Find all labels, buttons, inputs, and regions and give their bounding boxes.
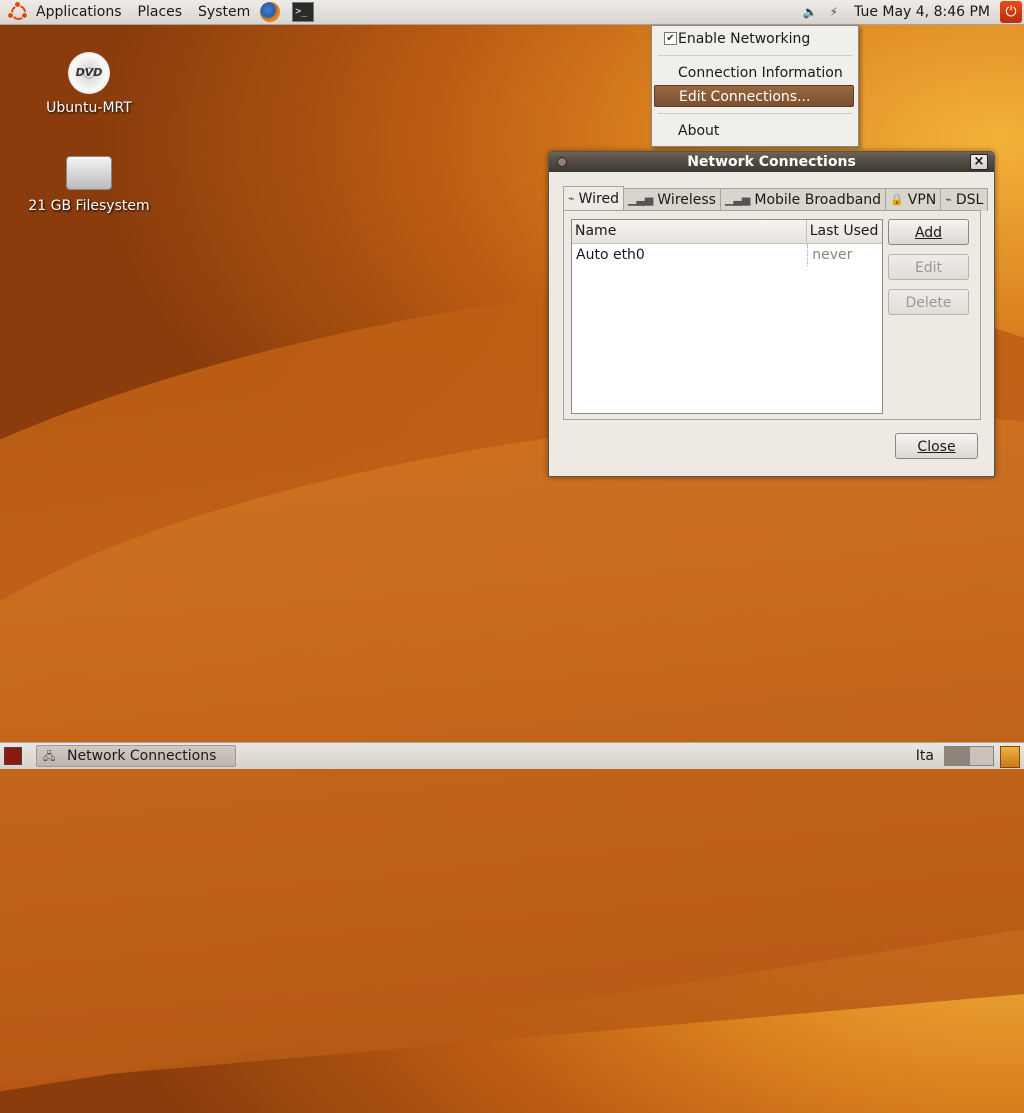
network-menu: ✔ Enable Networking Connection Informati…	[651, 25, 859, 147]
wired-tab-panel: Name Last Used Auto eth0 never Add Edit …	[563, 210, 981, 420]
tab-bar: ⌁ Wired ▁▃▅ Wireless ▁▃▅ Mobile Broadban…	[563, 186, 989, 211]
menu-separator	[658, 113, 852, 114]
hard-drive-icon	[66, 156, 112, 190]
window-menu-icon[interactable]	[557, 157, 567, 167]
network-manager-icon[interactable]: ⚡	[830, 5, 838, 19]
desktop-icon-label: Ubuntu-MRT	[46, 100, 132, 116]
tab-label: VPN	[907, 192, 937, 208]
network-connections-window: Network Connections × ⌁ Wired ▁▃▅ Wirele…	[548, 151, 995, 477]
close-icon[interactable]: ×	[970, 154, 988, 170]
tab-mobile-broadband[interactable]: ▁▃▅ Mobile Broadband	[719, 188, 887, 211]
system-menu[interactable]: System	[198, 4, 250, 20]
volume-icon[interactable]: 🔈	[803, 5, 818, 19]
dvd-icon: DVD	[68, 52, 110, 94]
power-icon[interactable]: ⏻	[1000, 1, 1022, 23]
firefox-icon[interactable]	[260, 2, 281, 22]
menu-item-edit-connections[interactable]: Edit Connections...	[654, 85, 854, 107]
show-desktop-icon[interactable]	[4, 747, 22, 765]
menu-item-connection-information[interactable]: Connection Information	[654, 62, 854, 84]
workspace-switcher[interactable]	[944, 746, 994, 766]
list-header: Name Last Used	[572, 220, 882, 244]
tab-label: Wireless	[657, 192, 716, 208]
ubuntu-logo-icon[interactable]	[7, 1, 28, 22]
menu-item-about[interactable]: About	[654, 120, 854, 142]
lock-icon: 🔒	[890, 193, 904, 206]
top-panel: Applications Places System >_ 🔈 ⚡ Tue Ma…	[0, 0, 1024, 25]
wired-icon: ⌁	[568, 192, 575, 205]
tab-vpn[interactable]: 🔒 VPN	[885, 188, 942, 211]
close-button-label: Close	[917, 439, 956, 455]
applications-menu[interactable]: Applications	[36, 4, 122, 20]
trash-icon[interactable]	[1000, 746, 1020, 768]
menu-separator	[658, 55, 852, 56]
column-header-last-used[interactable]: Last Used	[807, 220, 882, 243]
terminal-icon[interactable]: >_	[292, 2, 315, 22]
bottom-panel: 🖧 Network Connections Ita	[0, 742, 1024, 769]
desktop-icon-filesystem[interactable]: 21 GB Filesystem	[9, 156, 169, 214]
tab-label: Mobile Broadband	[754, 192, 882, 208]
wired-icon: ⌁	[945, 193, 952, 206]
desktop-icon-dvd[interactable]: DVD Ubuntu-MRT	[9, 52, 169, 116]
table-row[interactable]: Auto eth0 never	[572, 244, 882, 266]
taskbar-button-network-connections[interactable]: 🖧 Network Connections	[36, 745, 236, 767]
tab-label: Wired	[578, 191, 619, 207]
window-titlebar[interactable]: Network Connections ×	[549, 152, 994, 172]
taskbar-label: Network Connections	[67, 748, 217, 764]
desktop-icon-label: 21 GB Filesystem	[28, 198, 150, 214]
tab-dsl[interactable]: ⌁ DSL	[940, 188, 989, 211]
workspace-2[interactable]	[969, 746, 994, 766]
connections-list[interactable]: Name Last Used Auto eth0 never	[571, 219, 883, 414]
row-last-used: never	[807, 244, 882, 266]
row-name: Auto eth0	[576, 247, 645, 263]
system-tray: 🔈 ⚡ Tue May 4, 8:46 PM ⏻	[797, 0, 1024, 24]
menu-item-enable-networking[interactable]: ✔ Enable Networking	[654, 28, 854, 50]
column-header-name[interactable]: Name	[572, 220, 807, 243]
workspace-1[interactable]	[944, 746, 969, 766]
tab-wired[interactable]: ⌁ Wired	[563, 186, 624, 211]
keyboard-layout-indicator[interactable]: Ita	[916, 743, 934, 769]
tab-wireless[interactable]: ▁▃▅ Wireless	[623, 188, 721, 211]
signal-icon: ▁▃▅	[724, 193, 751, 206]
network-icon: 🖧	[43, 750, 56, 763]
window-title: Network Connections	[687, 154, 856, 170]
close-button[interactable]: Close	[895, 433, 978, 459]
places-menu[interactable]: Places	[138, 4, 183, 20]
add-button-label: Add	[914, 225, 943, 241]
add-button[interactable]: Add	[888, 219, 969, 245]
signal-icon: ▁▃▅	[628, 193, 654, 206]
checkbox-icon: ✔	[664, 32, 677, 45]
menu-item-label: Enable Networking	[678, 31, 811, 47]
tab-label: DSL	[955, 192, 984, 208]
edit-button[interactable]: Edit	[888, 254, 969, 280]
delete-button[interactable]: Delete	[888, 289, 969, 315]
clock[interactable]: Tue May 4, 8:46 PM	[854, 4, 990, 20]
